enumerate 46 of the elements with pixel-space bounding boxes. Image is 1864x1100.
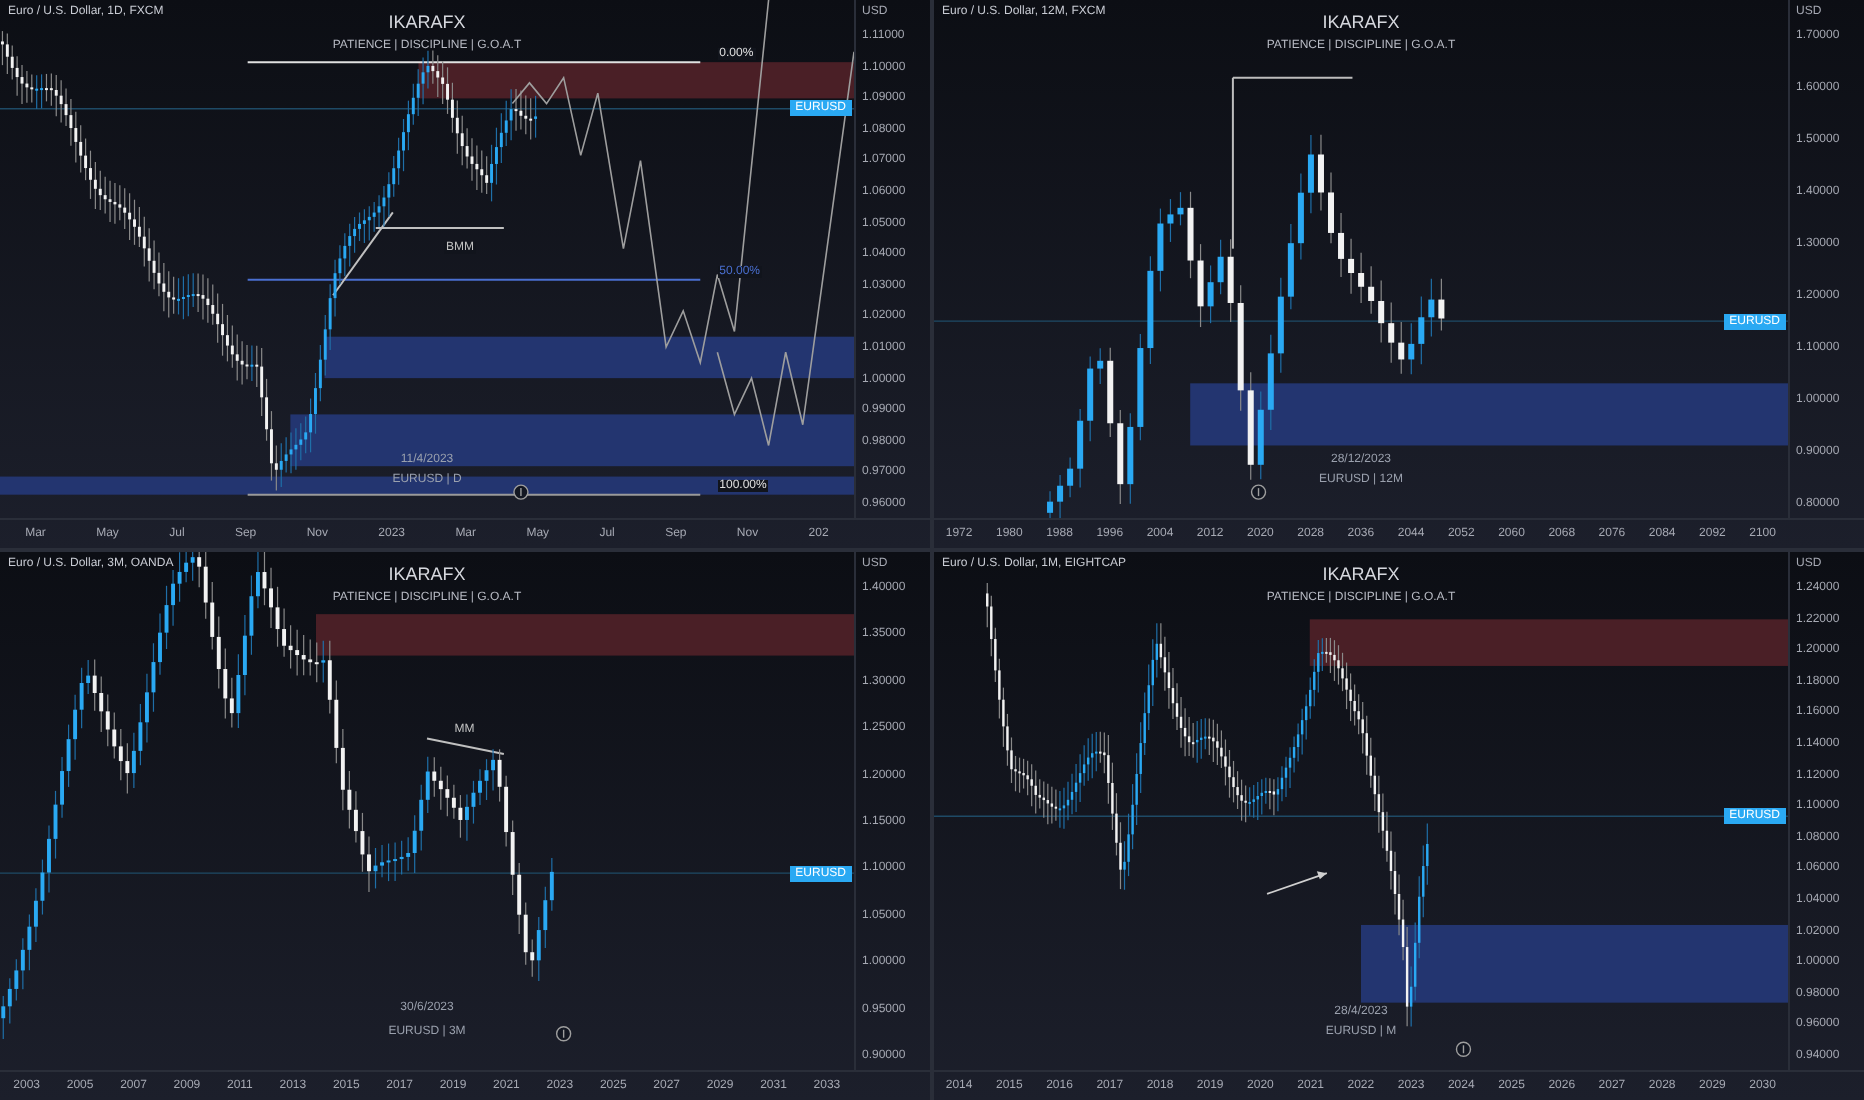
candle — [1217, 239, 1224, 295]
candle — [1257, 390, 1264, 480]
candle — [1087, 355, 1094, 442]
candle — [1157, 208, 1164, 293]
candle — [1328, 172, 1334, 244]
candle — [1398, 321, 1405, 375]
candle — [1127, 412, 1134, 505]
candle — [1237, 284, 1244, 412]
candle — [1368, 265, 1375, 315]
candle — [1438, 278, 1445, 332]
candle — [1247, 371, 1254, 481]
candle — [1297, 172, 1304, 261]
candle — [1197, 243, 1204, 328]
candle — [1348, 238, 1355, 295]
candle — [1167, 198, 1174, 243]
candle — [1177, 191, 1184, 226]
candle — [1267, 334, 1274, 431]
candle — [1147, 255, 1154, 365]
candle — [1378, 279, 1385, 344]
candle — [1428, 278, 1435, 337]
candle — [1097, 347, 1104, 385]
candle — [1207, 264, 1214, 324]
candle — [1287, 223, 1294, 310]
chart-title: IKARAFX — [388, 12, 466, 32]
candle — [1418, 295, 1425, 365]
candle — [1317, 134, 1324, 212]
candle — [1277, 277, 1284, 374]
candle — [1307, 134, 1314, 214]
candle — [1107, 347, 1114, 438]
candle — [1408, 322, 1415, 375]
arrow-line — [1266, 871, 1328, 895]
candle — [1358, 252, 1365, 304]
chart-title: IKARAFX — [1322, 12, 1400, 32]
candle — [1067, 456, 1074, 498]
level-line — [426, 737, 505, 755]
candle — [1117, 409, 1124, 505]
candle — [1227, 238, 1234, 323]
candle — [1338, 212, 1345, 278]
candle — [1388, 301, 1395, 364]
candle — [1187, 191, 1194, 279]
candle — [1137, 333, 1144, 441]
chart-title: IKARAFX — [388, 564, 466, 584]
chart-title: IKARAFX — [1322, 564, 1400, 584]
candle — [1047, 490, 1054, 518]
candle — [1057, 474, 1064, 518]
candle — [1077, 408, 1084, 489]
